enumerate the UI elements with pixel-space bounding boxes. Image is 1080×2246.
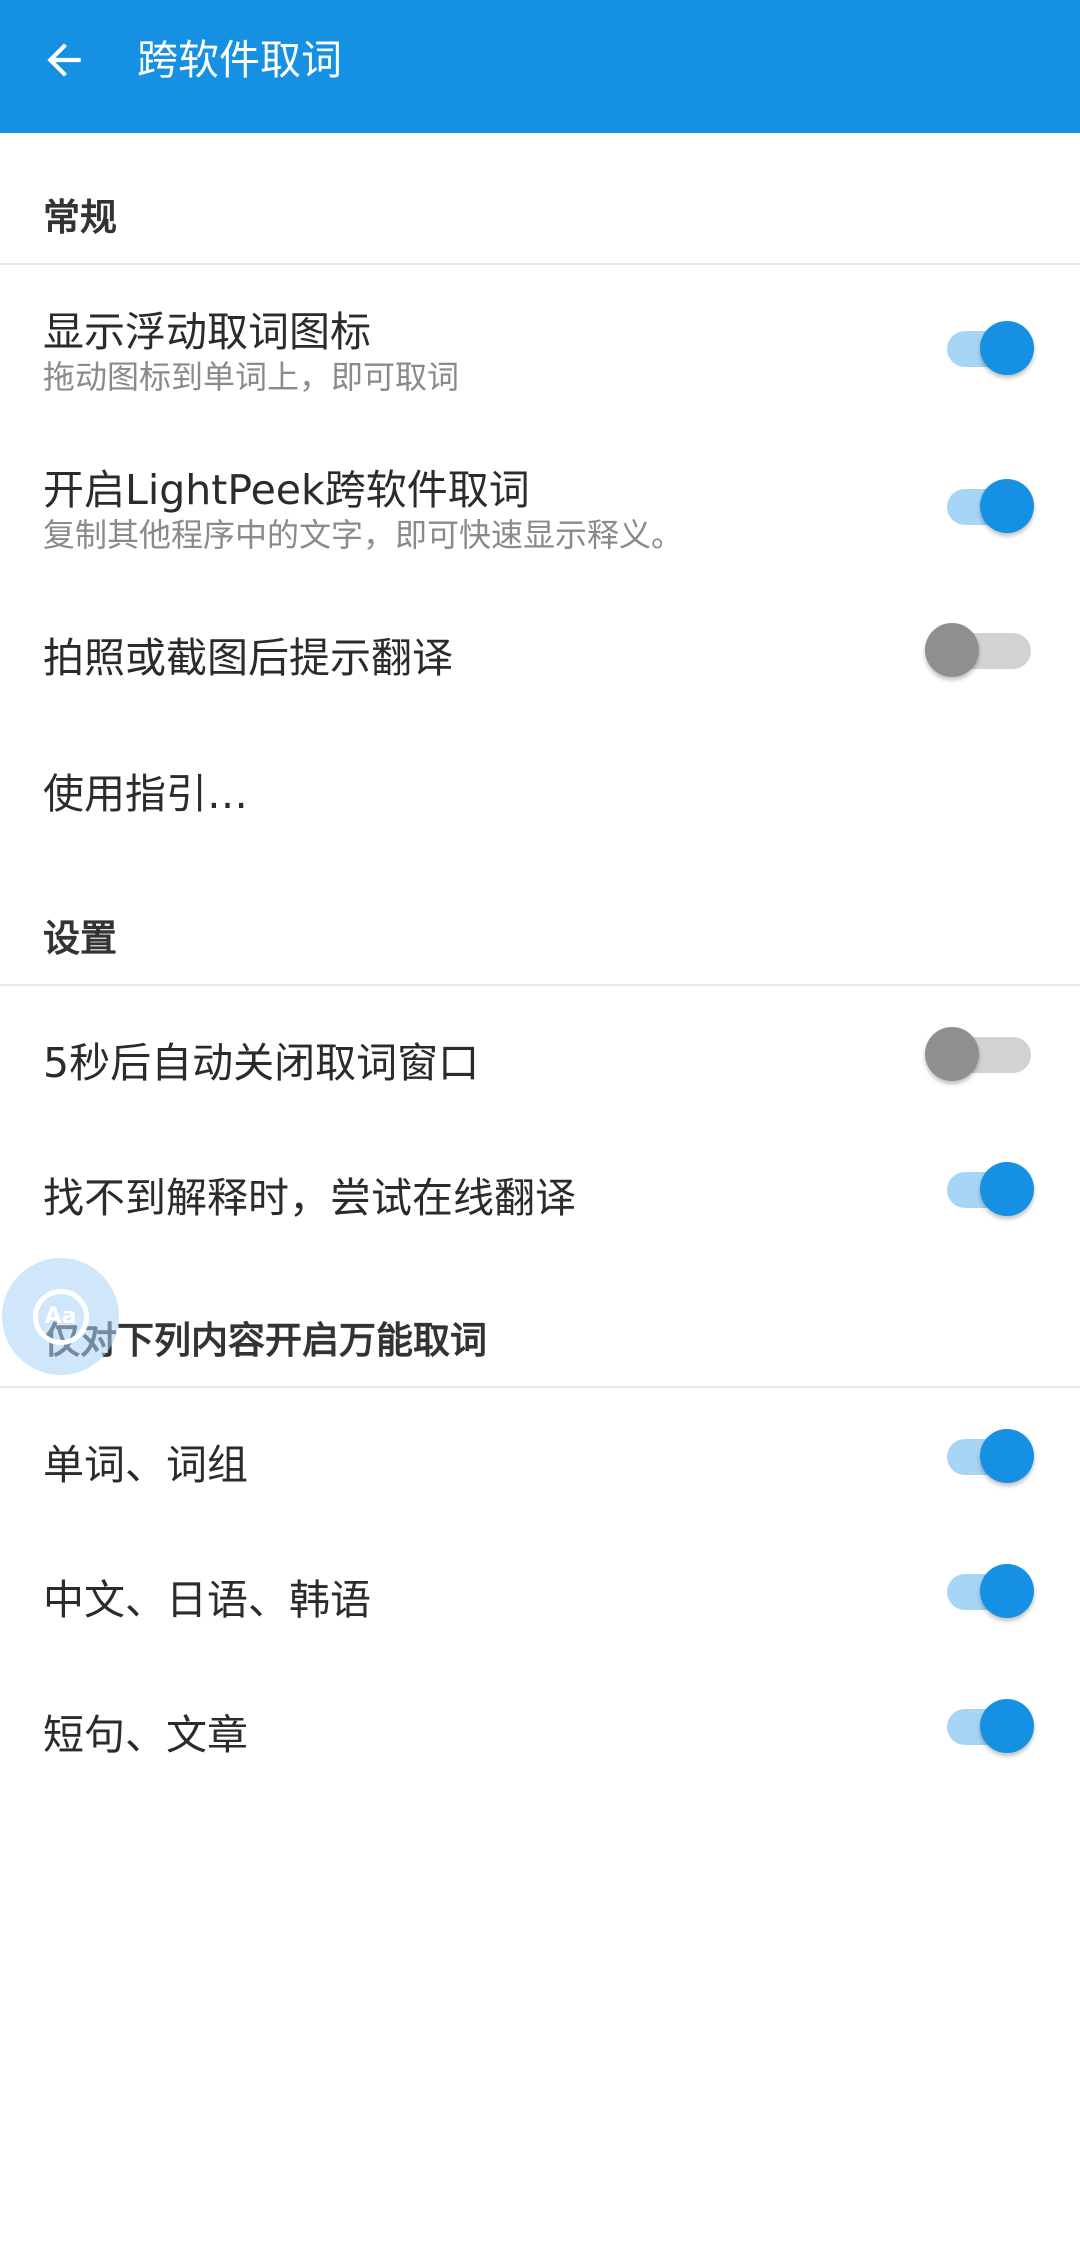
switch-thumb [925, 1027, 979, 1081]
section-header-general: 常规 [0, 133, 1080, 265]
section-header-content-types: 仅对下列内容开启万能取词 [0, 1256, 1080, 1388]
setting-title: 中文、日语、韩语 [43, 1576, 371, 1624]
back-button[interactable] [30, 26, 98, 94]
setting-row-words[interactable]: 单词、词组 [0, 1389, 1080, 1524]
switch-thumb [980, 321, 1034, 375]
floating-button-text: Aa [44, 1304, 77, 1329]
words-toggle[interactable] [925, 1421, 1045, 1491]
switch-thumb [980, 479, 1034, 533]
aa-text-icon: Aa [32, 1288, 89, 1345]
floating-lookup-button[interactable]: Aa [2, 1258, 119, 1375]
setting-title: 显示浮动取词图标 [43, 308, 371, 356]
auto-close-toggle[interactable] [925, 1019, 1045, 1089]
cjk-toggle[interactable] [925, 1556, 1045, 1626]
setting-row-auto-close[interactable]: 5秒后自动关闭取词窗口 [0, 987, 1080, 1122]
setting-title: 拍照或截图后提示翻译 [43, 634, 453, 682]
setting-row-cjk[interactable]: 中文、日语、韩语 [0, 1524, 1080, 1659]
switch-thumb [980, 1162, 1034, 1216]
setting-title: 开启LightPeek跨软件取词 [43, 466, 530, 514]
setting-title: 短句、文章 [43, 1711, 248, 1759]
page-title: 跨软件取词 [137, 36, 342, 84]
setting-row-screenshot-translate[interactable]: 拍照或截图后提示翻译 [0, 582, 1080, 717]
switch-thumb [980, 1564, 1034, 1618]
setting-row-lightpeek[interactable]: 开启LightPeek跨软件取词 复制其他程序中的文字，即可快速显示释义。 [0, 424, 1080, 579]
section-label: 常规 [43, 196, 117, 239]
setting-row-sentences[interactable]: 短句、文章 [0, 1659, 1080, 1794]
floating-icon-toggle[interactable] [925, 313, 1045, 383]
setting-title: 找不到解释时，尝试在线翻译 [43, 1174, 576, 1222]
setting-title: 单词、词组 [43, 1441, 248, 1489]
setting-row-usage-guide[interactable]: 使用指引… [0, 718, 1080, 853]
switch-thumb [980, 1429, 1034, 1483]
usage-guide-link[interactable]: 使用指引… [43, 760, 248, 820]
setting-title: 5秒后自动关闭取词窗口 [43, 1039, 480, 1087]
section-header-settings: 设置 [0, 854, 1080, 986]
section-label: 设置 [43, 917, 117, 960]
setting-subtitle: 复制其他程序中的文字，即可快速显示释义。 [43, 516, 684, 554]
setting-row-online-translate[interactable]: 找不到解释时，尝试在线翻译 [0, 1122, 1080, 1257]
arrow-left-icon [47, 43, 81, 77]
switch-thumb [980, 1699, 1034, 1753]
lightpeek-toggle[interactable] [925, 471, 1045, 541]
switch-thumb [925, 623, 979, 677]
online-translate-toggle[interactable] [925, 1154, 1045, 1224]
setting-subtitle: 拖动图标到单词上，即可取词 [43, 358, 460, 396]
sentences-toggle[interactable] [925, 1691, 1045, 1761]
setting-row-floating-icon[interactable]: 显示浮动取词图标 拖动图标到单词上，即可取词 [0, 266, 1080, 421]
screenshot-translate-toggle[interactable] [925, 615, 1045, 685]
app-bar: 跨软件取词 [0, 0, 1080, 133]
